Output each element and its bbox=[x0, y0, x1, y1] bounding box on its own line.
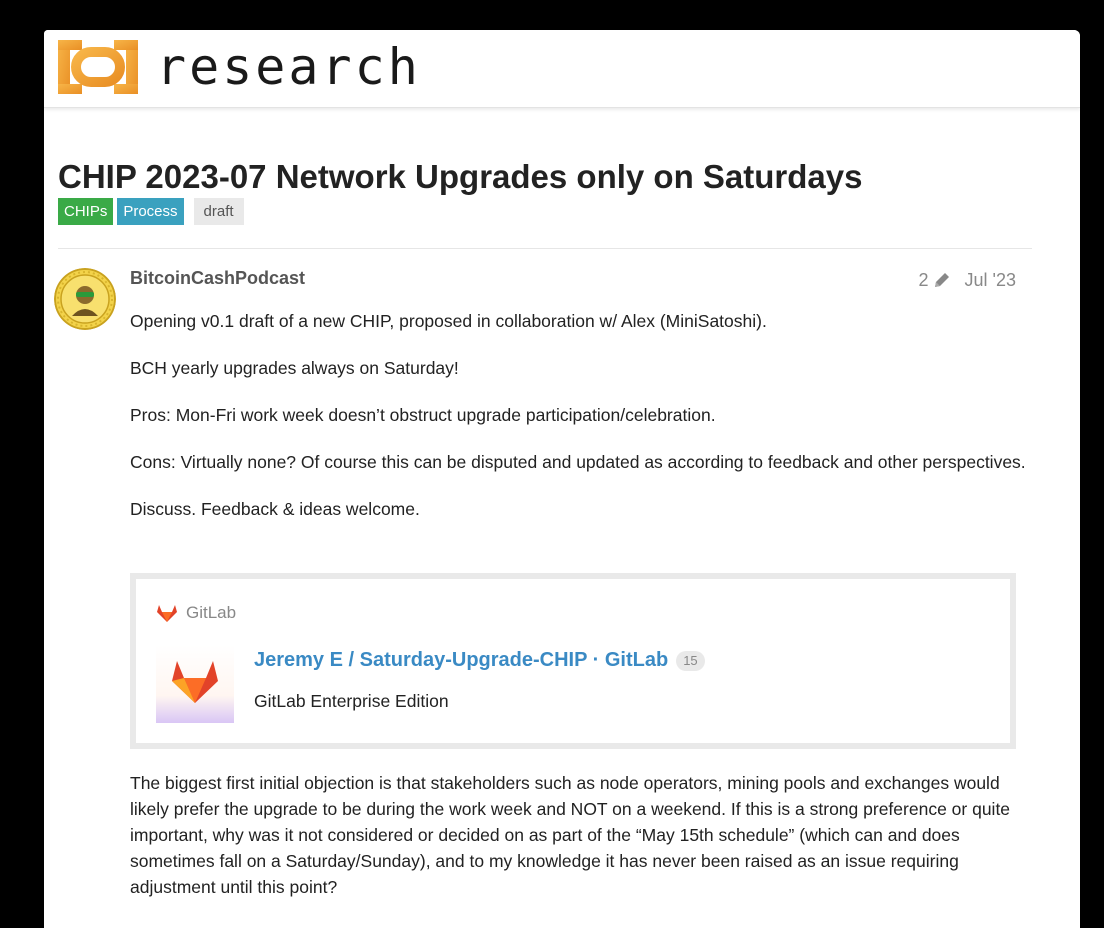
link-onebox[interactable]: GitLab Jeremy E / Saturday-Upgrade-CHIP … bbox=[130, 573, 1016, 749]
topic-tags: CHIPs Process draft bbox=[58, 198, 244, 225]
post-body-continued: The biggest first initial objection is t… bbox=[130, 770, 1030, 900]
topic-title[interactable]: CHIP 2023-07 Network Upgrades only on Sa… bbox=[58, 158, 863, 196]
onebox-title-link[interactable]: Jeremy E / Saturday-Upgrade-CHIP · GitLa… bbox=[254, 649, 668, 672]
category-process[interactable]: Process bbox=[117, 198, 184, 225]
tag-draft[interactable]: draft bbox=[193, 198, 244, 225]
post-paragraph: Opening v0.1 draft of a new CHIP, propos… bbox=[130, 311, 767, 331]
pencil-icon[interactable] bbox=[933, 271, 951, 289]
gitlab-icon bbox=[157, 605, 177, 622]
logo-text: research bbox=[156, 38, 421, 96]
link-click-count: 15 bbox=[676, 650, 705, 671]
category-chips[interactable]: CHIPs bbox=[58, 198, 114, 225]
post-paragraph: Pros: Mon-Fri work week doesn’t obstruct… bbox=[130, 405, 716, 425]
avatar[interactable] bbox=[54, 268, 116, 330]
site-header: research bbox=[44, 30, 1080, 108]
onebox-title-row: Jeremy E / Saturday-Upgrade-CHIP · GitLa… bbox=[254, 649, 705, 672]
post-paragraph: The biggest first initial objection is t… bbox=[130, 773, 1011, 897]
screen-edge bbox=[1080, 30, 1104, 928]
post-body: Opening v0.1 draft of a new CHIP, propos… bbox=[130, 308, 1030, 543]
site-logo[interactable]: research bbox=[58, 38, 421, 96]
onebox-source-label: GitLab bbox=[186, 603, 237, 622]
forum-page: research CHIP 2023-07 Network Upgrades o… bbox=[44, 30, 1080, 928]
post-paragraph: BCH yearly upgrades always on Saturday! bbox=[130, 358, 459, 378]
post-paragraph: Discuss. Feedback & ideas welcome. bbox=[130, 499, 420, 519]
post-username[interactable]: BitcoinCashPodcast bbox=[130, 268, 305, 289]
post-paragraph: Cons: Virtually none? Of course this can… bbox=[130, 452, 1026, 472]
post-date[interactable]: Jul '23 bbox=[965, 270, 1016, 291]
onebox-description: GitLab Enterprise Edition bbox=[254, 691, 449, 711]
onebox-source[interactable]: GitLab bbox=[156, 603, 236, 623]
logo-icon bbox=[58, 40, 138, 94]
gitlab-thumbnail[interactable] bbox=[156, 645, 234, 723]
title-divider bbox=[58, 248, 1032, 249]
edit-count[interactable]: 2 bbox=[919, 270, 929, 291]
post-meta: 2 Jul '23 bbox=[904, 268, 1016, 292]
